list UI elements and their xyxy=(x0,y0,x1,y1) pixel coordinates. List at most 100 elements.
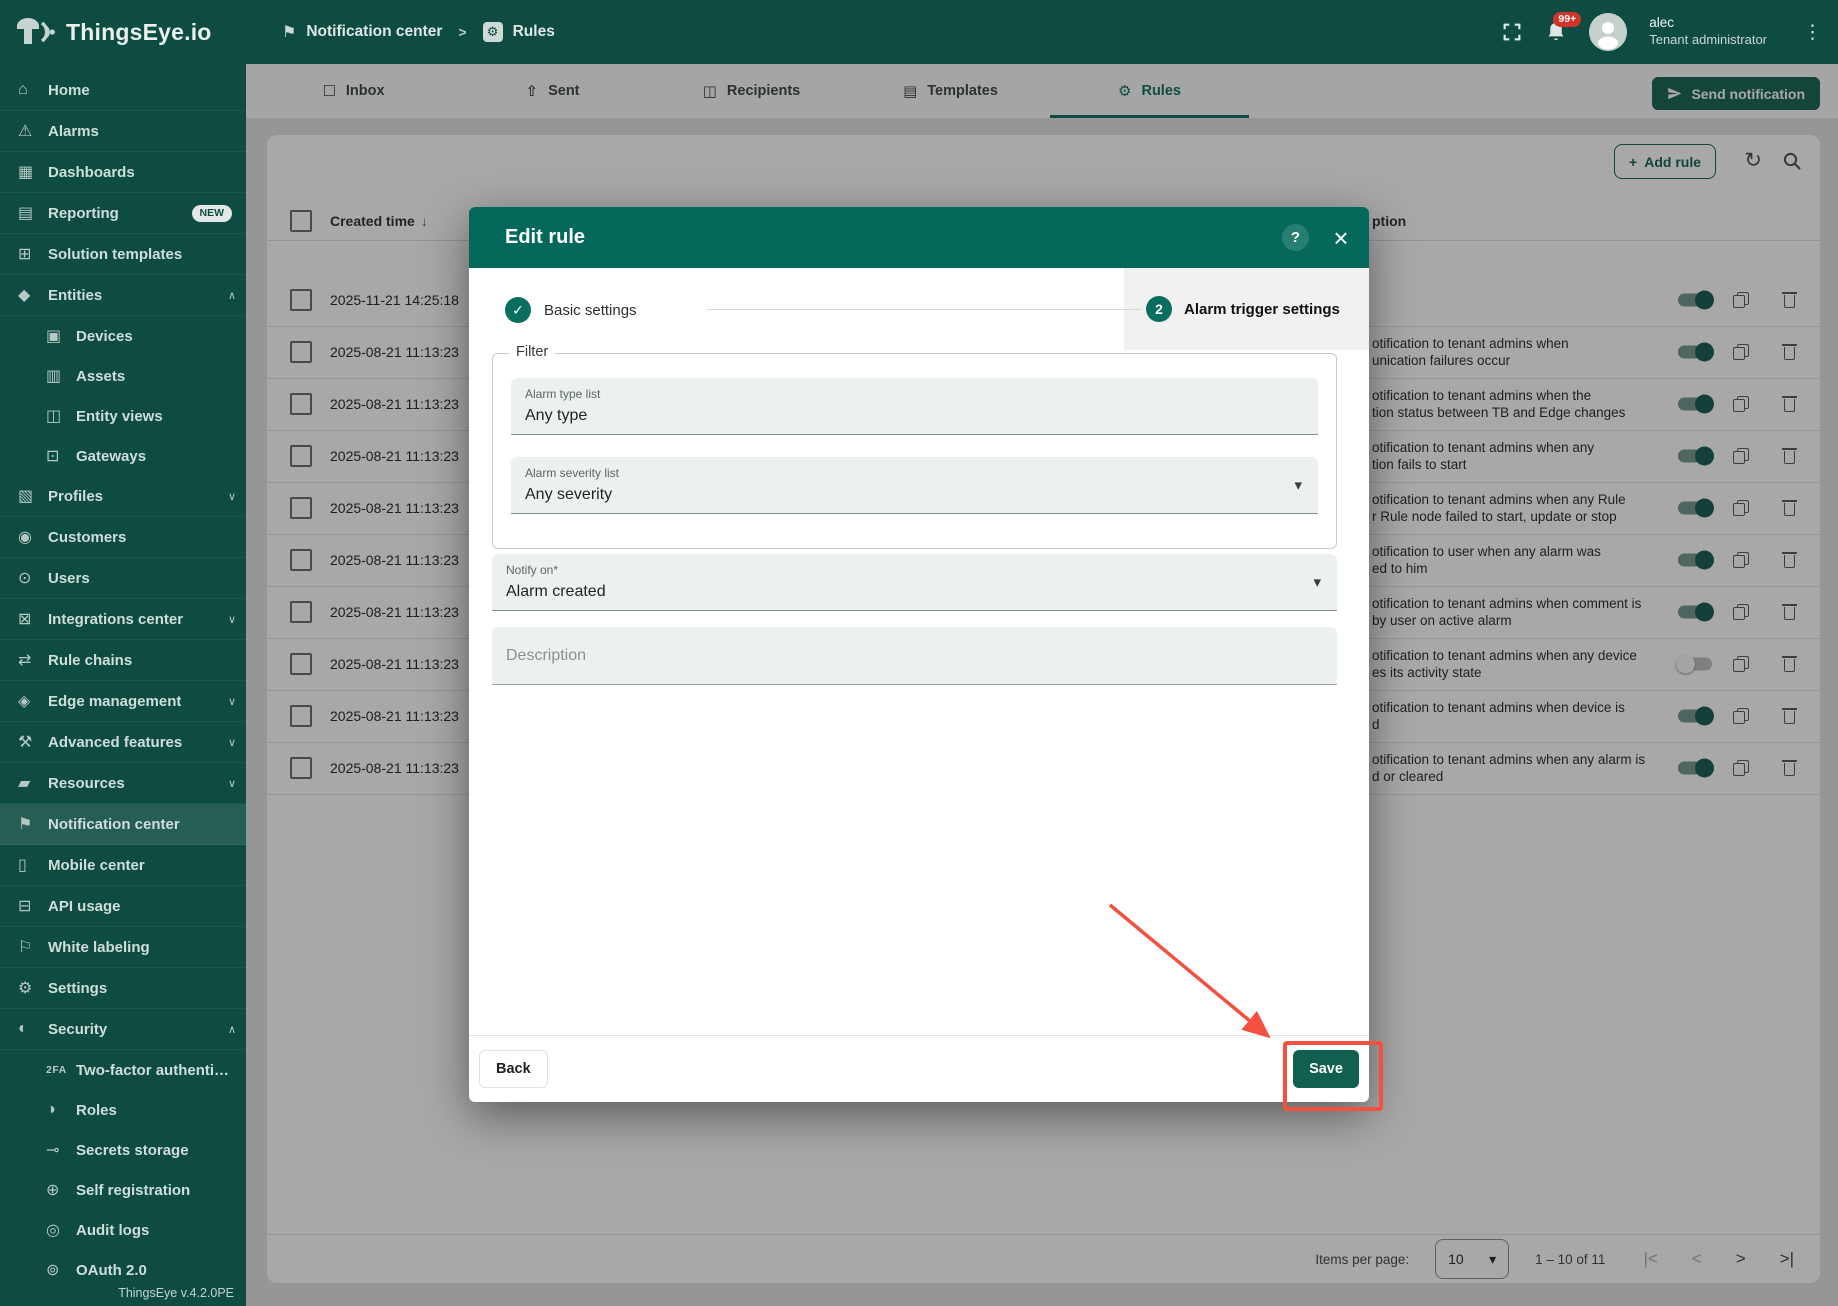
app-version: ThingsEye v.4.2.0PE xyxy=(118,1286,234,1300)
sidebar-item-dashboards[interactable]: ▦Dashboards xyxy=(0,152,246,193)
integrations-icon: ⊠ xyxy=(18,609,48,629)
self-registration-icon: ⊕ xyxy=(46,1180,76,1200)
fullscreen-icon xyxy=(1501,21,1523,43)
stepper-connector xyxy=(707,309,1141,310)
edge-management-icon: ◈ xyxy=(18,691,48,711)
help-button[interactable]: ? xyxy=(1282,224,1309,251)
reporting-icon: ▤ xyxy=(18,203,48,223)
key-icon: ⊸ xyxy=(46,1140,76,1160)
roles-icon: ◑ xyxy=(46,1101,76,1119)
sidebar-item-alarms[interactable]: ⚠Alarms xyxy=(0,111,246,152)
sidebar-item-white-labeling[interactable]: ⚐White labeling xyxy=(0,927,246,968)
close-icon[interactable]: × xyxy=(1321,224,1361,252)
description-field[interactable]: Description xyxy=(492,627,1337,685)
sidebar: ⌂Home ⚠Alarms ▦Dashboards ▤ReportingNEW … xyxy=(0,64,246,1306)
sidebar-item-reporting[interactable]: ▤ReportingNEW xyxy=(0,193,246,234)
alarm-type-label: Alarm type list xyxy=(525,387,1318,401)
advanced-features-icon: ⚒ xyxy=(18,732,48,752)
step-alarm-trigger-settings[interactable]: 2 Alarm trigger settings xyxy=(1124,268,1369,350)
entity-views-icon: ◫ xyxy=(46,406,76,426)
gateways-icon: ⊡ xyxy=(46,446,76,466)
two-factor-icon: 2FA xyxy=(46,1064,76,1076)
chevron-down-icon: ∨ xyxy=(228,490,236,503)
notify-on-label: Notify on* xyxy=(506,563,1337,577)
notifications-button[interactable]: 99+ xyxy=(1545,20,1567,44)
sidebar-item-secrets-storage[interactable]: ⊸Secrets storage xyxy=(0,1130,246,1170)
sidebar-item-security[interactable]: ◐Security∧ xyxy=(0,1009,246,1050)
breadcrumb-section[interactable]: Notification center xyxy=(306,23,442,41)
sidebar-item-settings[interactable]: ⚙Settings xyxy=(0,968,246,1009)
sidebar-item-audit-logs[interactable]: ◎Audit logs xyxy=(0,1210,246,1250)
home-icon: ⌂ xyxy=(18,81,48,99)
api-usage-icon: ⊟ xyxy=(18,896,48,916)
sidebar-item-profiles[interactable]: ▧Profiles∨ xyxy=(0,476,246,517)
alarm-type-field[interactable]: Alarm type list Any type xyxy=(511,378,1318,435)
step-check-icon: ✓ xyxy=(505,297,531,323)
sidebar-item-entities[interactable]: ◆Entities∧ xyxy=(0,275,246,316)
user-avatar-icon xyxy=(1589,13,1627,51)
sidebar-item-advanced-features[interactable]: ⚒Advanced features∨ xyxy=(0,722,246,763)
kebab-menu-icon[interactable]: ⋮ xyxy=(1803,21,1822,44)
sidebar-item-roles[interactable]: ◑Roles xyxy=(0,1090,246,1130)
dialog-header: Edit rule ? × xyxy=(469,207,1369,268)
avatar[interactable] xyxy=(1589,13,1627,51)
topbar: ThingsEye.io ⚑ Notification center > ⚙ R… xyxy=(0,0,1838,64)
users-icon: ⊙ xyxy=(18,568,48,588)
chevron-down-icon[interactable]: ▾ xyxy=(1313,573,1321,591)
profiles-icon: ▧ xyxy=(18,486,48,506)
chevron-down-icon: ∨ xyxy=(228,777,236,790)
sidebar-item-edge-management[interactable]: ◈Edge management∨ xyxy=(0,681,246,722)
sidebar-item-two-factor[interactable]: 2FATwo-factor authenticati... xyxy=(0,1050,246,1090)
audit-logs-icon: ◎ xyxy=(46,1220,76,1240)
rule-chains-icon: ⇄ xyxy=(18,650,48,670)
notification-center-icon: ⚑ xyxy=(18,814,48,834)
app-root: ThingsEye.io ⚑ Notification center > ⚙ R… xyxy=(0,0,1838,1306)
save-button[interactable]: Save xyxy=(1293,1050,1359,1088)
sidebar-item-devices[interactable]: ▣Devices xyxy=(0,316,246,356)
sidebar-item-mobile-center[interactable]: ▯Mobile center xyxy=(0,845,246,886)
fullscreen-button[interactable] xyxy=(1501,21,1523,43)
sidebar-item-assets[interactable]: ▥Assets xyxy=(0,356,246,396)
sidebar-item-self-registration[interactable]: ⊕Self registration xyxy=(0,1170,246,1210)
assets-icon: ▥ xyxy=(46,366,76,386)
chevron-down-icon[interactable]: ▾ xyxy=(1294,476,1302,494)
entities-icon: ◆ xyxy=(18,285,48,305)
alarm-severity-field[interactable]: Alarm severity list Any severity ▾ xyxy=(511,457,1318,514)
sidebar-item-customers[interactable]: ◉Customers xyxy=(0,517,246,558)
sidebar-item-gateways[interactable]: ⊡Gateways xyxy=(0,436,246,476)
topbar-actions: 99+ alec Tenant administrator ⋮ xyxy=(1501,13,1838,51)
chevron-down-icon: ∨ xyxy=(228,695,236,708)
step-basic-settings[interactable]: ✓ Basic settings xyxy=(505,297,637,323)
breadcrumb: ⚑ Notification center > ⚙ Rules xyxy=(282,22,555,42)
breadcrumb-page[interactable]: Rules xyxy=(513,23,555,41)
sidebar-item-resources[interactable]: ▰Resources∨ xyxy=(0,763,246,804)
sidebar-item-oauth[interactable]: ⊚OAuth 2.0 xyxy=(0,1250,246,1290)
sidebar-item-solution-templates[interactable]: ⊞Solution templates xyxy=(0,234,246,275)
user-name: alec xyxy=(1649,15,1767,32)
sidebar-item-users[interactable]: ⊙Users xyxy=(0,558,246,599)
logo-text: ThingsEye.io xyxy=(66,19,212,46)
sidebar-item-home[interactable]: ⌂Home xyxy=(0,70,246,111)
sidebar-item-notification-center[interactable]: ⚑Notification center xyxy=(0,804,246,845)
oauth-icon: ⊚ xyxy=(46,1260,76,1280)
dashboards-icon: ▦ xyxy=(18,162,48,182)
back-button[interactable]: Back xyxy=(479,1050,548,1088)
notify-on-field[interactable]: Notify on* Alarm created ▾ xyxy=(492,554,1337,611)
customers-icon: ◉ xyxy=(18,527,48,547)
resources-icon: ▰ xyxy=(18,773,48,793)
solution-templates-icon: ⊞ xyxy=(18,244,48,264)
description-placeholder: Description xyxy=(492,627,1337,685)
chevron-down-icon: ∨ xyxy=(228,736,236,749)
notification-center-icon: ⚑ xyxy=(282,22,296,42)
edit-rule-dialog: Edit rule ? × 2 Alarm trigger settings ✓… xyxy=(469,207,1369,1102)
sidebar-item-integrations-center[interactable]: ⊠Integrations center∨ xyxy=(0,599,246,640)
new-badge: NEW xyxy=(192,205,233,222)
sidebar-item-rule-chains[interactable]: ⇄Rule chains xyxy=(0,640,246,681)
user-meta: alec Tenant administrator xyxy=(1649,15,1767,48)
rules-icon: ⚙ xyxy=(483,22,503,42)
sidebar-item-entity-views[interactable]: ◫Entity views xyxy=(0,396,246,436)
mobile-center-icon: ▯ xyxy=(18,855,48,875)
dialog-footer: Back Save xyxy=(469,1035,1369,1102)
filter-legend: Filter xyxy=(509,344,555,360)
sidebar-item-api-usage[interactable]: ⊟API usage xyxy=(0,886,246,927)
